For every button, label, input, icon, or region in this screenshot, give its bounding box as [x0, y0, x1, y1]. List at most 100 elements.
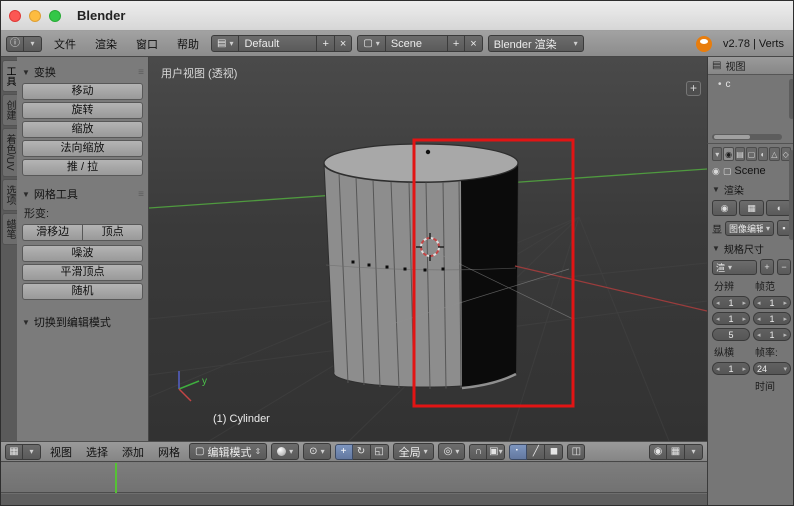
scene-name-value[interactable]: Scene — [385, 35, 448, 52]
timeline-editor[interactable] — [1, 463, 707, 505]
framerate-field[interactable]: 24 ▾ — [753, 362, 791, 375]
decrement-icon[interactable]: ◂ — [716, 365, 720, 373]
mode-selector[interactable]: ▢ 编辑模式 ⇕ — [189, 443, 268, 460]
tab-render-layers[interactable]: ▤ — [734, 147, 746, 161]
add-scene-button[interactable]: + — [447, 35, 466, 52]
smooth-vertex-button[interactable]: 平滑顶点 — [22, 264, 143, 281]
tab-create[interactable]: 创建 — [2, 94, 17, 126]
outliner-horizontal-scrollbar[interactable] — [712, 134, 782, 140]
vertex-slide-button[interactable]: 顶点 — [82, 224, 143, 241]
scale-button[interactable]: 缩放 — [22, 121, 143, 138]
menu-file[interactable]: 文件 — [47, 36, 83, 52]
increment-icon[interactable]: ▸ — [742, 299, 746, 307]
properties-vertical-scrollbar[interactable] — [789, 150, 793, 240]
render-preset-selector[interactable]: 渲 ▾ — [712, 259, 757, 275]
frame-start-field[interactable]: ◂ 1 ▸ — [753, 296, 791, 309]
render-display-selector[interactable]: 图像编辑器 ▾ — [725, 220, 774, 236]
rotate-button[interactable]: 旋转 — [22, 102, 143, 119]
remove-preset-button[interactable]: − — [777, 259, 791, 275]
occlude-geometry-toggle[interactable]: ◫ — [567, 443, 586, 460]
panel-grip-icon[interactable]: ≡ — [138, 67, 144, 78]
window-zoom-button[interactable] — [49, 9, 61, 22]
delete-scene-button[interactable]: × — [465, 35, 483, 52]
window-close-button[interactable] — [9, 9, 21, 22]
frame-step-field[interactable]: ◂ 1 ▸ — [753, 328, 791, 341]
snap-toggle[interactable]: ∩ — [469, 443, 488, 460]
increment-icon[interactable]: ▸ — [783, 299, 787, 307]
increment-icon[interactable]: ▸ — [742, 315, 746, 323]
increment-icon[interactable]: ▸ — [783, 331, 787, 339]
window-titlebar[interactable]: Blender — [1, 1, 793, 31]
tab-scene-properties[interactable]: ▢ — [746, 147, 757, 161]
screen-layout-icon-button[interactable]: ▤ ▾ — [211, 35, 240, 52]
outliner-view-menu[interactable]: 视图 — [725, 58, 745, 73]
tab-render-properties[interactable]: ◉ — [723, 147, 734, 161]
resolution-y-field[interactable]: ◂ 1 ▸ — [712, 312, 750, 325]
screen-layout-value[interactable]: Default — [239, 35, 318, 52]
render-panel-header[interactable]: ▼ 渲染 — [712, 182, 791, 197]
tab-world-properties[interactable]: ◐ — [757, 147, 769, 161]
decrement-icon[interactable]: ◂ — [757, 331, 761, 339]
viewport-editor-type-button[interactable]: ▦ — [5, 443, 23, 460]
tab-tools[interactable]: 工具 — [2, 60, 17, 92]
menu-window[interactable]: 窗口 — [129, 36, 165, 52]
3d-viewport[interactable]: y 用户视图 (透视) (1) Cylinder + — [149, 57, 707, 441]
delete-screen-layout-button[interactable]: × — [334, 35, 353, 52]
add-screen-layout-button[interactable]: + — [317, 35, 335, 52]
dimensions-panel-header[interactable]: ▼ 规格尺寸 — [712, 241, 791, 256]
menu-render[interactable]: 渲染 — [88, 36, 124, 52]
frame-end-field[interactable]: ◂ 1 ▸ — [753, 312, 791, 325]
info-editor-type-button[interactable]: ⓘ — [6, 35, 24, 52]
decrement-icon[interactable]: ◂ — [716, 315, 720, 323]
tab-object-data[interactable]: △ — [769, 147, 780, 161]
edge-slide-button[interactable]: 滑移边 — [22, 224, 83, 241]
decrement-icon[interactable]: ◂ — [757, 299, 761, 307]
menu-select[interactable]: 选择 — [81, 444, 113, 460]
properties-region-toggle[interactable]: + — [686, 81, 701, 96]
opengl-render-image-button[interactable]: ◉ — [649, 443, 667, 460]
tab-grease-pencil[interactable]: 蜡笔 — [2, 212, 17, 245]
render-audio-button[interactable]: ◖ — [766, 200, 791, 216]
manipulator-translate-toggle[interactable]: + — [334, 443, 353, 460]
edge-select-mode-button[interactable]: ╱ — [527, 443, 546, 460]
timeline-frames-area[interactable] — [1, 463, 707, 493]
opengl-render-animation-button[interactable]: ▦ — [667, 443, 685, 460]
decrement-icon[interactable]: ◂ — [757, 315, 761, 323]
outliner-vertical-scrollbar[interactable] — [789, 79, 793, 119]
render-animation-button[interactable]: ▦ — [739, 200, 764, 216]
push-pull-button[interactable]: 推 / 拉 — [22, 159, 143, 176]
increment-icon[interactable]: ▸ — [742, 365, 746, 373]
render-engine-selector[interactable]: Blender 渲染 ▾ — [487, 35, 584, 52]
manipulator-scale-toggle[interactable]: ◱ — [370, 443, 389, 460]
menu-help[interactable]: 帮助 — [170, 36, 206, 52]
render-still-button[interactable]: ◉ — [712, 200, 737, 216]
outliner-item[interactable]: • c — [708, 75, 793, 90]
add-preset-button[interactable]: + — [760, 259, 774, 275]
face-select-mode-button[interactable]: ◼ — [545, 443, 564, 460]
panel-grip-icon[interactable]: ≡ — [138, 189, 144, 200]
properties-context-dropdown[interactable]: ▾ — [712, 147, 723, 161]
aspect-x-field[interactable]: ◂ 1 ▸ — [712, 362, 750, 375]
outliner-editor-icon[interactable]: ▤ — [712, 60, 721, 71]
resolution-percentage-field[interactable]: 5 — [712, 328, 750, 341]
translate-button[interactable]: 移动 — [22, 83, 143, 100]
chevron-down-icon[interactable]: ▾ — [783, 365, 787, 373]
vertex-select-mode-button[interactable]: ⠂ — [509, 443, 528, 460]
menu-mesh[interactable]: 网格 — [153, 444, 185, 460]
snap-element-selector[interactable]: ▣ ▾ — [487, 443, 506, 460]
tab-shading-uv[interactable]: 着色/UV — [2, 128, 17, 177]
opengl-render-options-button[interactable]: ▾ — [685, 443, 703, 460]
tab-options[interactable]: 选项 — [2, 178, 17, 211]
proportional-edit-selector[interactable]: ◎ ▾ — [437, 443, 466, 460]
viewport-shading-selector[interactable]: ▾ — [271, 443, 300, 460]
pin-icon[interactable]: ◉ — [712, 166, 720, 177]
menu-add[interactable]: 添加 — [117, 444, 149, 460]
current-frame-marker[interactable] — [115, 463, 117, 493]
noise-button[interactable]: 噪波 — [22, 245, 143, 262]
manipulator-rotate-toggle[interactable]: ↻ — [352, 443, 371, 460]
increment-icon[interactable]: ▸ — [783, 315, 787, 323]
randomize-button[interactable]: 随机 — [22, 283, 143, 300]
viewport-editor-caret-button[interactable]: ▾ — [23, 443, 41, 460]
decrement-icon[interactable]: ◂ — [716, 299, 720, 307]
info-editor-caret-button[interactable]: ▾ — [24, 35, 42, 52]
